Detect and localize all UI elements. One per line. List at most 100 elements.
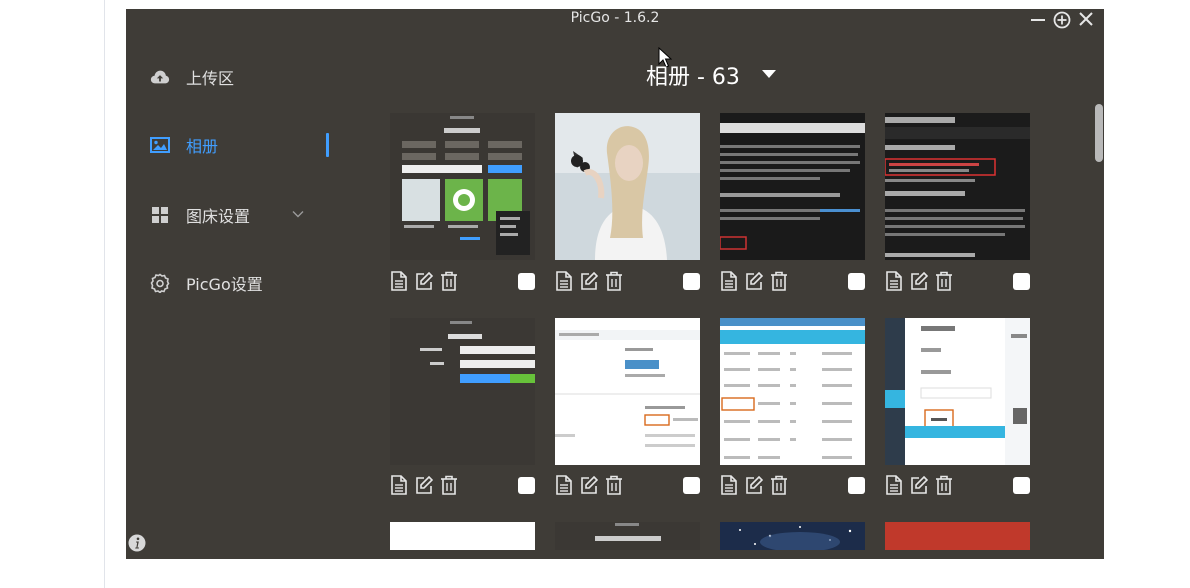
gallery-image[interactable] xyxy=(885,522,1030,550)
gear-icon xyxy=(150,273,170,293)
sidebar-item-picgo-settings[interactable]: PicGo设置 xyxy=(126,265,336,301)
active-indicator xyxy=(326,133,329,157)
maximize-button[interactable] xyxy=(1052,10,1072,30)
image-actions xyxy=(885,271,1030,293)
edit-icon xyxy=(911,271,929,290)
gallery-image[interactable] xyxy=(885,318,1030,465)
scrollbar-thumb[interactable] xyxy=(1095,104,1103,162)
delete-button[interactable] xyxy=(770,271,788,291)
copy-link-button[interactable] xyxy=(555,475,573,495)
sidebar-item-picbed-settings[interactable]: 图床设置 xyxy=(126,197,336,233)
edit-button[interactable] xyxy=(745,475,764,495)
edit-button[interactable] xyxy=(745,271,764,291)
delete-button[interactable] xyxy=(440,475,458,495)
minimize-button[interactable] xyxy=(1029,9,1047,29)
close-button[interactable] xyxy=(1076,9,1096,29)
delete-button[interactable] xyxy=(935,475,953,495)
copy-link-button[interactable] xyxy=(720,475,738,495)
sidebar: 上传区 相册 图床设置 PicGo设置 xyxy=(126,47,336,307)
delete-icon xyxy=(936,475,952,495)
select-checkbox[interactable] xyxy=(1013,273,1030,290)
delete-button[interactable] xyxy=(935,271,953,291)
gallery-image[interactable] xyxy=(885,113,1030,260)
gallery-image[interactable] xyxy=(720,318,865,465)
delete-icon xyxy=(771,271,787,291)
edit-icon xyxy=(581,271,599,290)
file-icon xyxy=(556,475,572,495)
copy-link-button[interactable] xyxy=(390,271,408,291)
gallery-image[interactable] xyxy=(555,113,700,260)
cloud-upload-icon xyxy=(150,67,170,87)
select-checkbox[interactable] xyxy=(683,273,700,290)
file-icon xyxy=(886,475,902,495)
chevron-down-icon xyxy=(292,211,304,218)
delete-button[interactable] xyxy=(440,271,458,291)
grid-icon xyxy=(150,205,170,225)
picture-icon xyxy=(150,135,170,155)
page-divider xyxy=(104,0,105,588)
gallery-image[interactable] xyxy=(390,318,535,465)
delete-icon xyxy=(441,271,457,291)
copy-link-button[interactable] xyxy=(555,271,573,291)
image-actions xyxy=(720,271,865,293)
edit-button[interactable] xyxy=(580,271,599,291)
album-title[interactable]: 相册 - 63 xyxy=(646,59,740,91)
title-bar[interactable]: PicGo - 1.6.2 xyxy=(126,9,1104,31)
gallery-image[interactable] xyxy=(555,318,700,465)
window-title: PicGo - 1.6.2 xyxy=(570,10,660,26)
caret-down-icon[interactable] xyxy=(762,70,776,78)
select-checkbox[interactable] xyxy=(848,477,865,494)
image-actions xyxy=(390,475,535,497)
select-checkbox[interactable] xyxy=(848,273,865,290)
file-icon xyxy=(391,271,407,291)
sidebar-item-label: 图床设置 xyxy=(186,207,251,226)
file-icon xyxy=(556,271,572,291)
gallery-image[interactable] xyxy=(720,113,865,260)
edit-button[interactable] xyxy=(910,475,929,495)
gallery-image[interactable] xyxy=(720,522,865,550)
copy-link-button[interactable] xyxy=(885,271,903,291)
image-actions xyxy=(720,475,865,497)
edit-button[interactable] xyxy=(415,475,434,495)
edit-icon xyxy=(581,475,599,494)
gallery-image[interactable] xyxy=(390,113,535,260)
copy-link-button[interactable] xyxy=(720,271,738,291)
file-icon xyxy=(721,271,737,291)
delete-button[interactable] xyxy=(605,475,623,495)
delete-button[interactable] xyxy=(770,475,788,495)
select-checkbox[interactable] xyxy=(518,273,535,290)
info-icon[interactable] xyxy=(128,534,146,552)
edit-icon xyxy=(416,475,434,494)
image-actions xyxy=(555,475,700,497)
sidebar-item-upload[interactable]: 上传区 xyxy=(126,59,336,95)
scrollbar-track[interactable] xyxy=(1094,104,1102,559)
edit-icon xyxy=(416,271,434,290)
delete-icon xyxy=(441,475,457,495)
image-actions xyxy=(885,475,1030,497)
sidebar-item-gallery[interactable]: 相册 xyxy=(126,127,336,163)
select-checkbox[interactable] xyxy=(518,477,535,494)
gallery-image[interactable] xyxy=(555,522,700,550)
edit-button[interactable] xyxy=(580,475,599,495)
sidebar-item-label: 相册 xyxy=(186,137,219,156)
edit-button[interactable] xyxy=(415,271,434,291)
plus-circle-icon xyxy=(1053,11,1071,29)
gallery-image[interactable] xyxy=(390,522,535,550)
delete-icon xyxy=(606,475,622,495)
delete-button[interactable] xyxy=(605,271,623,291)
sidebar-item-label: PicGo设置 xyxy=(186,275,263,294)
select-checkbox[interactable] xyxy=(1013,477,1030,494)
delete-icon xyxy=(606,271,622,291)
image-actions xyxy=(390,271,535,293)
copy-link-button[interactable] xyxy=(885,475,903,495)
file-icon xyxy=(391,475,407,495)
file-icon xyxy=(886,271,902,291)
copy-link-button[interactable] xyxy=(390,475,408,495)
select-checkbox[interactable] xyxy=(683,477,700,494)
close-icon xyxy=(1079,12,1093,26)
edit-button[interactable] xyxy=(910,271,929,291)
image-actions xyxy=(555,271,700,293)
edit-icon xyxy=(746,271,764,290)
edit-icon xyxy=(911,475,929,494)
delete-icon xyxy=(771,475,787,495)
